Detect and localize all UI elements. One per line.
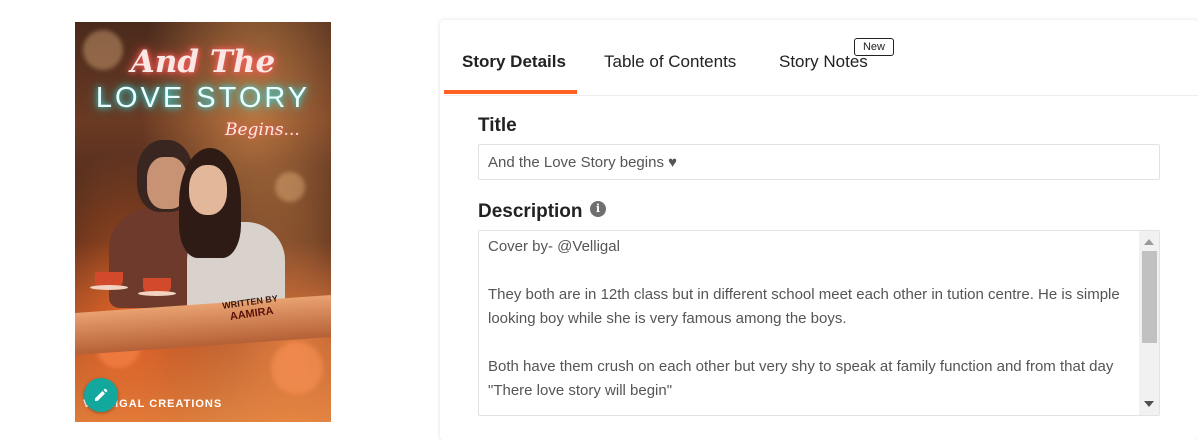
cover-cup — [90, 272, 128, 290]
scroll-down-arrow-icon[interactable] — [1144, 401, 1154, 407]
cover-bokeh — [275, 172, 305, 202]
description-label: Description — [478, 201, 583, 222]
active-tab-indicator — [444, 90, 577, 94]
description-paragraph: Both have them crush on each other but v… — [488, 358, 1114, 399]
title-input[interactable]: And the Love Story begins ♥ — [478, 144, 1160, 180]
description-paragraph: Cover by- @Velligal — [488, 238, 620, 255]
tab-bar: Story Details Table of Contents Story No… — [444, 20, 1198, 96]
book-cover: And The LOVE STORY Begins... WRITTEN BY … — [75, 22, 331, 422]
scroll-up-arrow-icon[interactable] — [1144, 239, 1154, 245]
cover-title-line1: And The — [130, 44, 276, 80]
title-label: Title — [478, 115, 517, 136]
new-badge: New — [854, 38, 894, 56]
edit-cover-button[interactable] — [84, 378, 118, 412]
scroll-thumb[interactable] — [1142, 251, 1157, 343]
tab-table-of-contents[interactable]: Table of Contents — [604, 52, 736, 72]
info-icon[interactable]: i — [590, 201, 606, 217]
description-paragraph: They both are in 12th class but in diffe… — [488, 286, 1120, 327]
description-text: Cover by- @Velligal They both are in 12t… — [488, 235, 1131, 415]
cover-figure-woman-face — [189, 165, 227, 215]
pencil-icon — [95, 388, 108, 401]
description-textarea[interactable]: Cover by- @Velligal They both are in 12t… — [478, 230, 1160, 416]
description-scrollbar[interactable] — [1139, 231, 1159, 415]
cover-title-line3: Begins... — [225, 120, 300, 140]
cover-cup — [138, 278, 176, 296]
cover-bokeh — [271, 342, 323, 394]
tab-story-details[interactable]: Story Details — [462, 52, 566, 72]
story-details-panel: Story Details Table of Contents Story No… — [440, 20, 1198, 440]
cover-title-line2: LOVE STORY — [95, 82, 311, 114]
